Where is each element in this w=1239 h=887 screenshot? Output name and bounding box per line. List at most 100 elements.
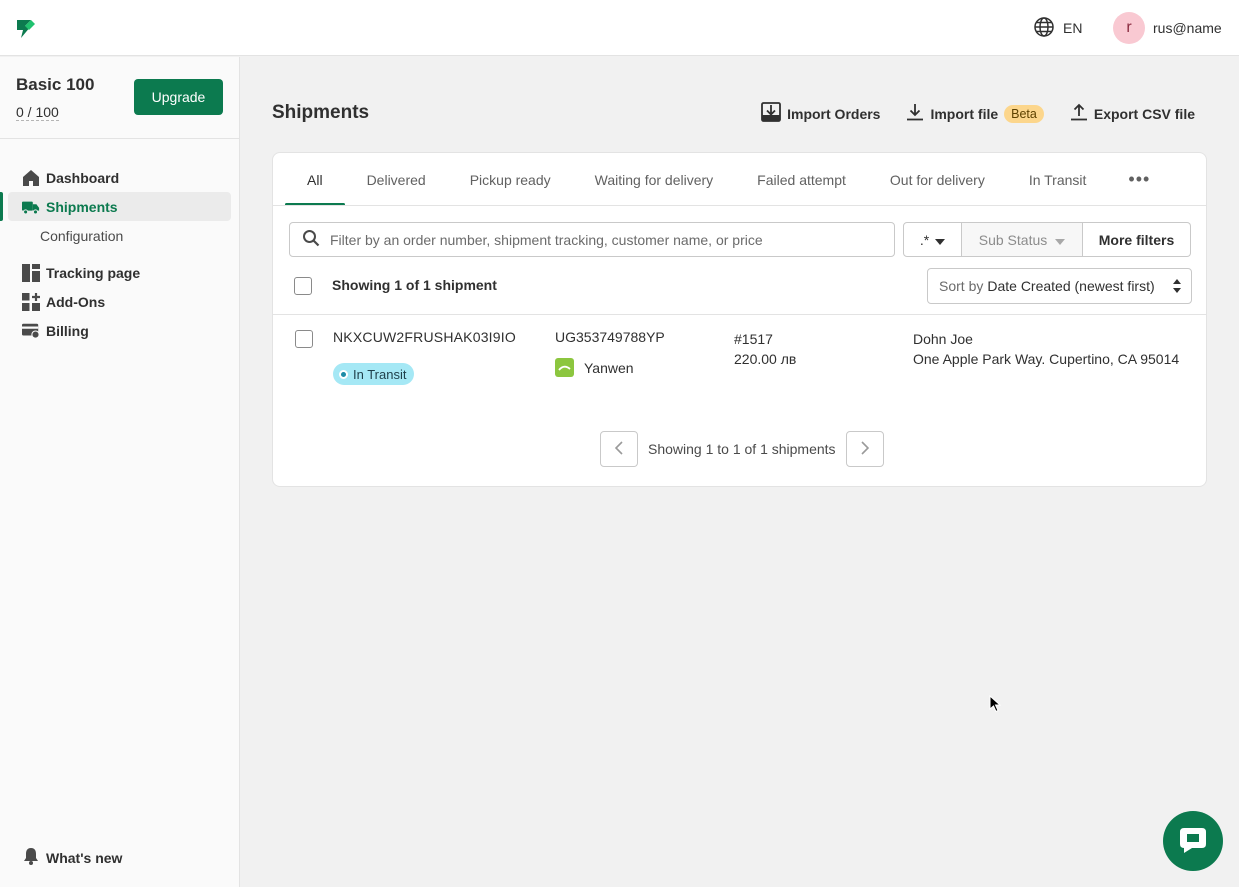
tab-failed-attempt[interactable]: Failed attempt [735, 153, 868, 206]
import-file-label: Import file [930, 105, 999, 122]
customer-name: Dohn Joe [913, 331, 973, 347]
select-all-checkbox[interactable] [294, 277, 312, 295]
whats-new-label: What's new [46, 849, 123, 866]
search-icon [302, 229, 320, 250]
truck-icon [22, 198, 40, 216]
sidebar-item-label: Billing [46, 322, 89, 339]
prev-page-button[interactable] [600, 431, 638, 467]
row-checkbox[interactable] [295, 330, 313, 348]
customer-address: One Apple Park Way. Cupertino, CA 95014 [913, 351, 1180, 367]
globe-icon [1033, 16, 1055, 41]
export-csv-button[interactable]: Export CSV file [1070, 103, 1195, 124]
sidebar-item-label: Add-Ons [46, 293, 106, 310]
chat-launcher-button[interactable] [1163, 811, 1223, 871]
layout-icon [22, 263, 40, 282]
table-row[interactable]: NKXCUW2FRUSHAK03I9IO In Transit UG353749… [273, 315, 1206, 395]
import-orders-label: Import Orders [787, 105, 881, 122]
import-orders-icon [761, 102, 782, 125]
import-file-button[interactable]: Import file Beta [906, 103, 1044, 124]
pagination-info: Showing 1 to 1 of 1 shipments [648, 441, 836, 457]
carrier-name: Yanwen [584, 359, 634, 376]
sort-arrows-icon [1173, 279, 1181, 296]
upload-icon [1070, 103, 1088, 124]
regex-filter-dropdown[interactable]: .* [903, 222, 962, 257]
more-tabs-icon[interactable]: ••• [1108, 153, 1170, 206]
chevron-right-icon [860, 440, 869, 458]
sort-select[interactable]: Sort by Date Created (newest first) [927, 268, 1192, 304]
sub-status-dropdown[interactable]: Sub Status [962, 222, 1083, 257]
status-label: In Transit [353, 366, 407, 382]
search-field [289, 222, 895, 257]
sidebar-item-billing[interactable]: Billing [0, 316, 239, 345]
customer-info: Dohn Joe One Apple Park Way. Cupertino, … [913, 329, 1179, 369]
next-page-button[interactable] [845, 431, 884, 467]
sidebar: Basic 100 0 / 100 Upgrade Dashboard Ship… [0, 57, 240, 887]
import-orders-button[interactable]: Import Orders [761, 102, 880, 125]
divider [0, 138, 239, 139]
plan-usage[interactable]: 0 / 100 [16, 104, 59, 121]
home-icon [22, 169, 40, 187]
user-menu[interactable]: r rus@name [1113, 12, 1222, 44]
tracking-number[interactable]: UG353749788YP [555, 329, 665, 345]
chat-icon [1178, 826, 1208, 857]
page-actions: Import Orders Import file Beta Export CS… [761, 102, 1195, 125]
top-bar: EN r rus@name [0, 0, 1239, 56]
sidebar-item-shipments[interactable]: Shipments [0, 192, 231, 221]
tab-pickup-ready[interactable]: Pickup ready [448, 153, 573, 206]
tab-in-transit[interactable]: In Transit [1007, 153, 1109, 206]
user-name: rus@name [1153, 20, 1222, 36]
selection-bar: Showing 1 of 1 shipment Sort by Date Cre… [289, 268, 1192, 304]
upgrade-button[interactable]: Upgrade [134, 79, 223, 115]
billing-icon [22, 322, 40, 340]
sidebar-item-label: Tracking page [46, 264, 141, 281]
shipments-card: All Delivered Pickup ready Waiting for d… [272, 152, 1207, 487]
sort-value: Date Created (newest first) [987, 278, 1155, 294]
sidebar-item-tracking-page[interactable]: Tracking page [0, 258, 239, 287]
sort-by-label: Sort by [939, 278, 984, 294]
filter-group: .* Sub Status More filters [903, 222, 1191, 257]
status-badge: In Transit [333, 363, 415, 385]
tab-delivered[interactable]: Delivered [345, 153, 448, 206]
shipment-id[interactable]: NKXCUW2FRUSHAK03I9IO [333, 329, 516, 345]
sidebar-item-label: Dashboard [46, 169, 120, 186]
plan-info: Basic 100 0 / 100 [16, 75, 94, 121]
carrier: Yanwen [555, 358, 634, 377]
order-number[interactable]: #1517 [734, 329, 796, 349]
regex-label: .* [919, 231, 930, 248]
sidebar-nav: Dashboard Shipments Configuration Tracki… [0, 163, 239, 345]
beta-badge: Beta [1004, 104, 1044, 123]
order-price: 220.00 лв [734, 351, 797, 367]
tab-all[interactable]: All [285, 153, 345, 206]
tab-waiting-for-delivery[interactable]: Waiting for delivery [573, 153, 736, 206]
more-filters-button[interactable]: More filters [1083, 222, 1191, 257]
sidebar-item-configuration[interactable]: Configuration [0, 221, 239, 250]
tab-out-for-delivery[interactable]: Out for delivery [868, 153, 1007, 206]
page-title: Shipments [272, 102, 370, 123]
divider [273, 205, 1206, 206]
order-info: #1517 220.00 лв [734, 329, 796, 369]
yanwen-logo-icon [555, 358, 574, 377]
addons-icon [22, 292, 40, 311]
sidebar-item-dashboard[interactable]: Dashboard [0, 163, 239, 192]
mouse-cursor-icon [989, 694, 1002, 716]
plan-name: Basic 100 [16, 75, 95, 94]
status-dot-icon [339, 369, 348, 379]
sidebar-item-add-ons[interactable]: Add-Ons [0, 287, 239, 316]
status-tabs: All Delivered Pickup ready Waiting for d… [285, 153, 1170, 206]
avatar: r [1113, 12, 1145, 44]
language-selector[interactable]: EN [1033, 16, 1083, 41]
main-content: Shipments Import Orders Import file Beta… [240, 57, 1239, 887]
caret-down-icon [935, 232, 946, 248]
export-csv-label: Export CSV file [1093, 105, 1195, 122]
pagination: Showing 1 to 1 of 1 shipments [600, 431, 884, 467]
caret-down-icon [1055, 232, 1066, 248]
whats-new-link[interactable]: What's new [22, 847, 122, 868]
sub-status-label: Sub Status [978, 231, 1048, 248]
sidebar-item-label: Shipments [46, 198, 118, 215]
chevron-left-icon [614, 440, 623, 458]
brand-logo-icon[interactable] [15, 18, 37, 40]
search-input[interactable] [330, 231, 870, 248]
language-label: EN [1063, 20, 1083, 36]
showing-count: Showing 1 of 1 shipment [332, 277, 497, 293]
bell-icon [22, 847, 40, 868]
